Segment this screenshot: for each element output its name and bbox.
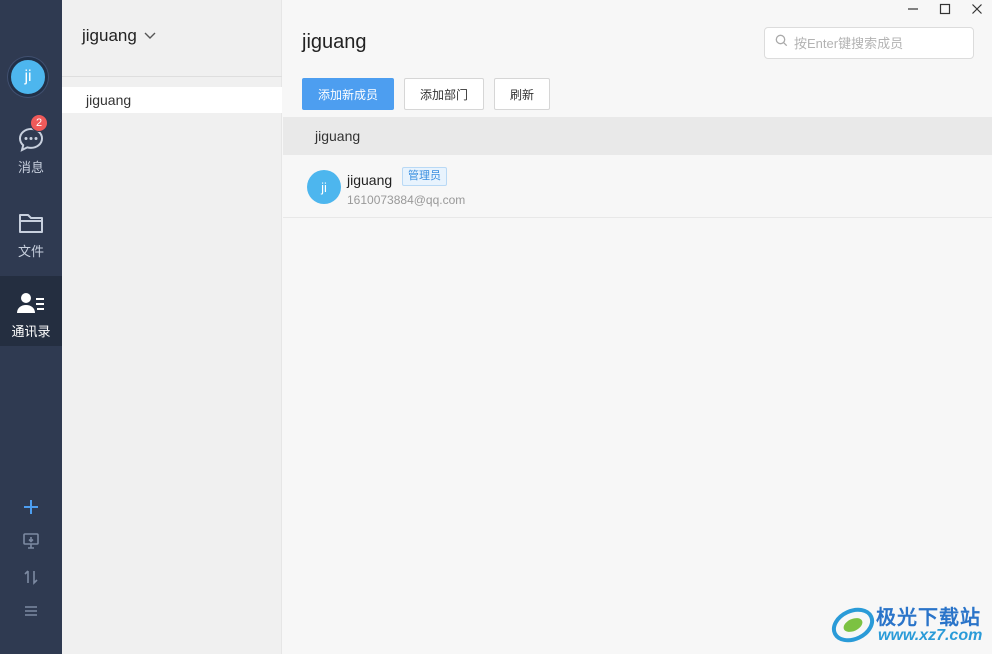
member-email: 1610073884@qq.com	[347, 193, 466, 207]
contacts-icon	[16, 288, 46, 318]
close-button[interactable]	[961, 0, 992, 22]
maximize-button[interactable]	[929, 0, 961, 22]
rail-item-files[interactable]: 文件	[0, 208, 62, 278]
search-icon	[775, 34, 788, 52]
department-header: jiguang	[283, 117, 992, 155]
monitor-download-icon[interactable]	[0, 530, 62, 552]
folder-icon	[17, 208, 45, 238]
chat-bubble-icon: 2	[17, 114, 48, 154]
unread-badge: 2	[30, 114, 48, 132]
main-content: jiguang 添加新成员 添加部门 刷新 jiguang ji jiguang…	[283, 0, 992, 654]
minimize-icon	[907, 2, 919, 20]
search-input[interactable]	[794, 35, 964, 51]
user-avatar[interactable]: ji	[8, 57, 48, 97]
role-badge: 管理员	[402, 167, 447, 186]
page-title: jiguang	[302, 31, 367, 53]
minimize-button[interactable]	[897, 0, 929, 22]
org-name: jiguang	[82, 26, 137, 45]
watermark-logo-icon	[830, 603, 876, 652]
chevron-down-icon	[143, 26, 157, 46]
department-item[interactable]: jiguang	[62, 87, 282, 113]
add-department-button[interactable]: 添加部门	[404, 78, 484, 110]
rail-item-messages[interactable]: 2 消息	[0, 114, 62, 194]
sort-icon[interactable]	[0, 566, 62, 588]
watermark-url: www.xz7.com	[878, 627, 983, 644]
add-member-button[interactable]: 添加新成员	[302, 78, 394, 110]
rail-item-label: 文件	[17, 244, 44, 259]
member-name: jiguang	[347, 172, 393, 188]
rail-item-contacts[interactable]: 通讯录	[0, 276, 62, 346]
org-panel: jiguang jiguang	[62, 0, 282, 654]
member-row[interactable]: ji jiguang 管理员 1610073884@qq.com	[283, 156, 992, 218]
member-search[interactable]	[764, 27, 974, 59]
plus-icon[interactable]	[0, 496, 62, 518]
left-rail: ji 2 消息 文件 通讯录	[0, 0, 62, 654]
close-icon	[971, 2, 983, 20]
rail-item-label: 通讯录	[11, 324, 51, 339]
menu-icon[interactable]	[0, 600, 62, 622]
member-avatar: ji	[307, 170, 341, 204]
watermark-title: 极光下载站	[876, 605, 981, 629]
org-switcher[interactable]: jiguang	[82, 26, 157, 46]
rail-item-label: 消息	[17, 160, 44, 175]
watermark: 极光下载站 www.xz7.com	[830, 601, 990, 649]
maximize-icon	[939, 2, 951, 20]
divider	[62, 76, 282, 77]
refresh-button[interactable]: 刷新	[494, 78, 550, 110]
